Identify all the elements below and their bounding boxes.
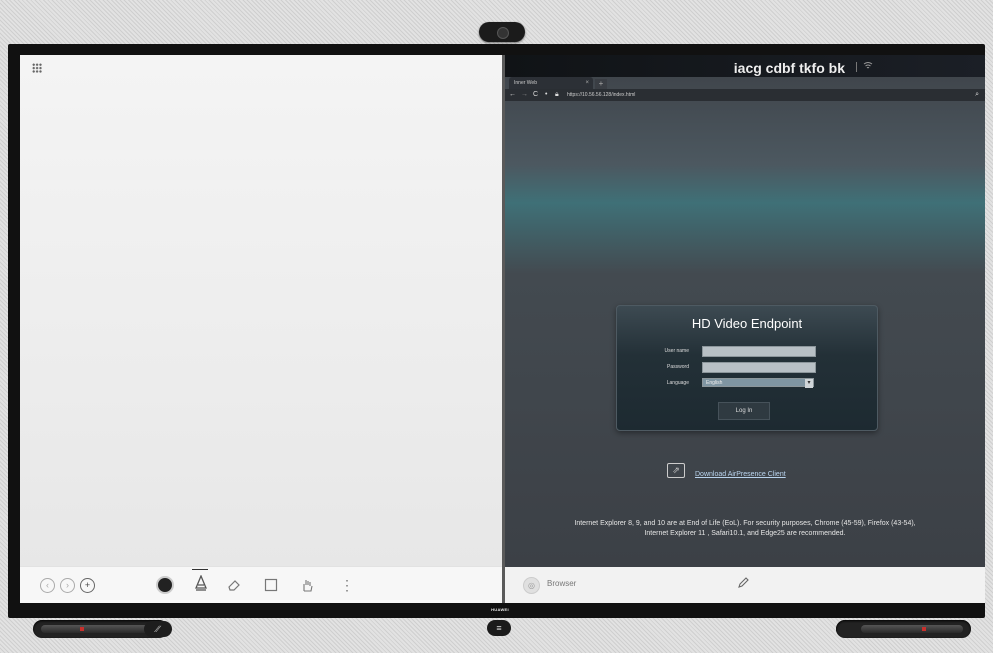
reload-icon[interactable]: C [533, 89, 538, 101]
download-client-icon[interactable]: ⇗ [667, 463, 685, 478]
camera [479, 22, 525, 42]
password-field[interactable] [702, 362, 816, 373]
status-separator [856, 62, 857, 72]
rect-glyph [264, 578, 278, 592]
camera-lens [497, 27, 509, 39]
stylus-left[interactable] [41, 625, 151, 633]
browser-taskbar: ◎ Browser [505, 567, 985, 603]
whiteboard-panel[interactable]: ‹ › + ⋮ [20, 55, 502, 603]
more-icon[interactable]: ⋮ [340, 578, 354, 592]
login-dialog: HD Video Endpoint User name Password Lan… [616, 305, 878, 431]
pencil-icon[interactable] [737, 577, 749, 592]
address-bar: ← → C • 🔒︎ https://10.56.56.128/index.ht… [505, 89, 985, 101]
screen: ‹ › + ⋮ iacg cdbf tkfo bk Inner Web × + … [20, 55, 985, 603]
language-label: Language [666, 380, 689, 386]
pen-slot-right[interactable] [836, 620, 971, 638]
hand-gesture-icon[interactable] [300, 578, 314, 594]
username-label: User name [664, 348, 689, 354]
whiteboard-toolbar: ‹ › + ⋮ [20, 566, 502, 603]
username-field[interactable] [702, 346, 816, 357]
back-icon[interactable]: ← [509, 89, 516, 101]
pen-tool-icon[interactable] [194, 574, 208, 594]
pencil-glyph [738, 577, 749, 588]
stylus-indicator-right [922, 627, 926, 631]
pen-icon-left: ∕∕ [144, 621, 172, 637]
undo-icon[interactable]: ‹ [40, 578, 55, 593]
select-rect-icon[interactable] [264, 578, 278, 594]
language-select[interactable]: English ▾ [702, 378, 814, 388]
download-link[interactable]: Download AirPresence Client [695, 471, 786, 478]
eraser-icon[interactable] [227, 578, 241, 594]
brand-logo: HUAWEI [491, 607, 509, 612]
selected-tool-indicator [192, 569, 208, 570]
password-label: Password [667, 364, 689, 370]
browser-label[interactable]: Browser [547, 579, 576, 588]
home-dot-icon[interactable]: • [545, 89, 547, 101]
tab-close-icon[interactable]: × [585, 77, 589, 89]
add-page-icon[interactable]: + [80, 578, 95, 593]
chevron-down-icon[interactable]: ▾ [805, 379, 813, 388]
hand-glyph [303, 580, 313, 592]
forward-icon[interactable]: → [521, 89, 528, 101]
browser-notice: Internet Explorer 8, 9, and 10 are at En… [545, 519, 945, 539]
tab-title: Inner Web [514, 80, 537, 86]
device-name: iacg cdbf tkfo bk [733, 60, 845, 76]
wifi-glyph [863, 62, 873, 69]
url-input[interactable]: https://10.56.56.128/index.html [567, 89, 635, 101]
browser-app-icon[interactable]: ◎ [523, 577, 540, 594]
login-button[interactable]: Log In [718, 402, 770, 420]
home-button[interactable]: ≡ [487, 620, 511, 636]
notice-line-2: Internet Explorer 11 , Safari10.1, and E… [644, 530, 846, 537]
browser-panel: iacg cdbf tkfo bk Inner Web × + ← → C • … [505, 55, 985, 603]
browser-tab[interactable]: Inner Web × [509, 77, 593, 89]
pen-glyph [195, 574, 207, 591]
notice-line-1: Internet Explorer 8, 9, and 10 are at En… [574, 520, 916, 527]
new-tab-button[interactable]: + [595, 79, 607, 89]
eraser-glyph [228, 580, 240, 591]
lock-icon: 🔒︎ [555, 91, 559, 98]
wifi-icon [863, 61, 873, 73]
apps-grid-icon[interactable] [32, 63, 42, 73]
search-icon[interactable]: ⌕ [975, 89, 979, 101]
status-bar: iacg cdbf tkfo bk [505, 55, 985, 77]
redo-icon[interactable]: › [60, 578, 75, 593]
login-title: HD Video Endpoint [691, 316, 803, 331]
stylus-indicator-left [80, 627, 84, 631]
pen-color-button[interactable] [156, 576, 174, 594]
stylus-right[interactable] [861, 625, 963, 633]
language-value: English [706, 380, 723, 386]
